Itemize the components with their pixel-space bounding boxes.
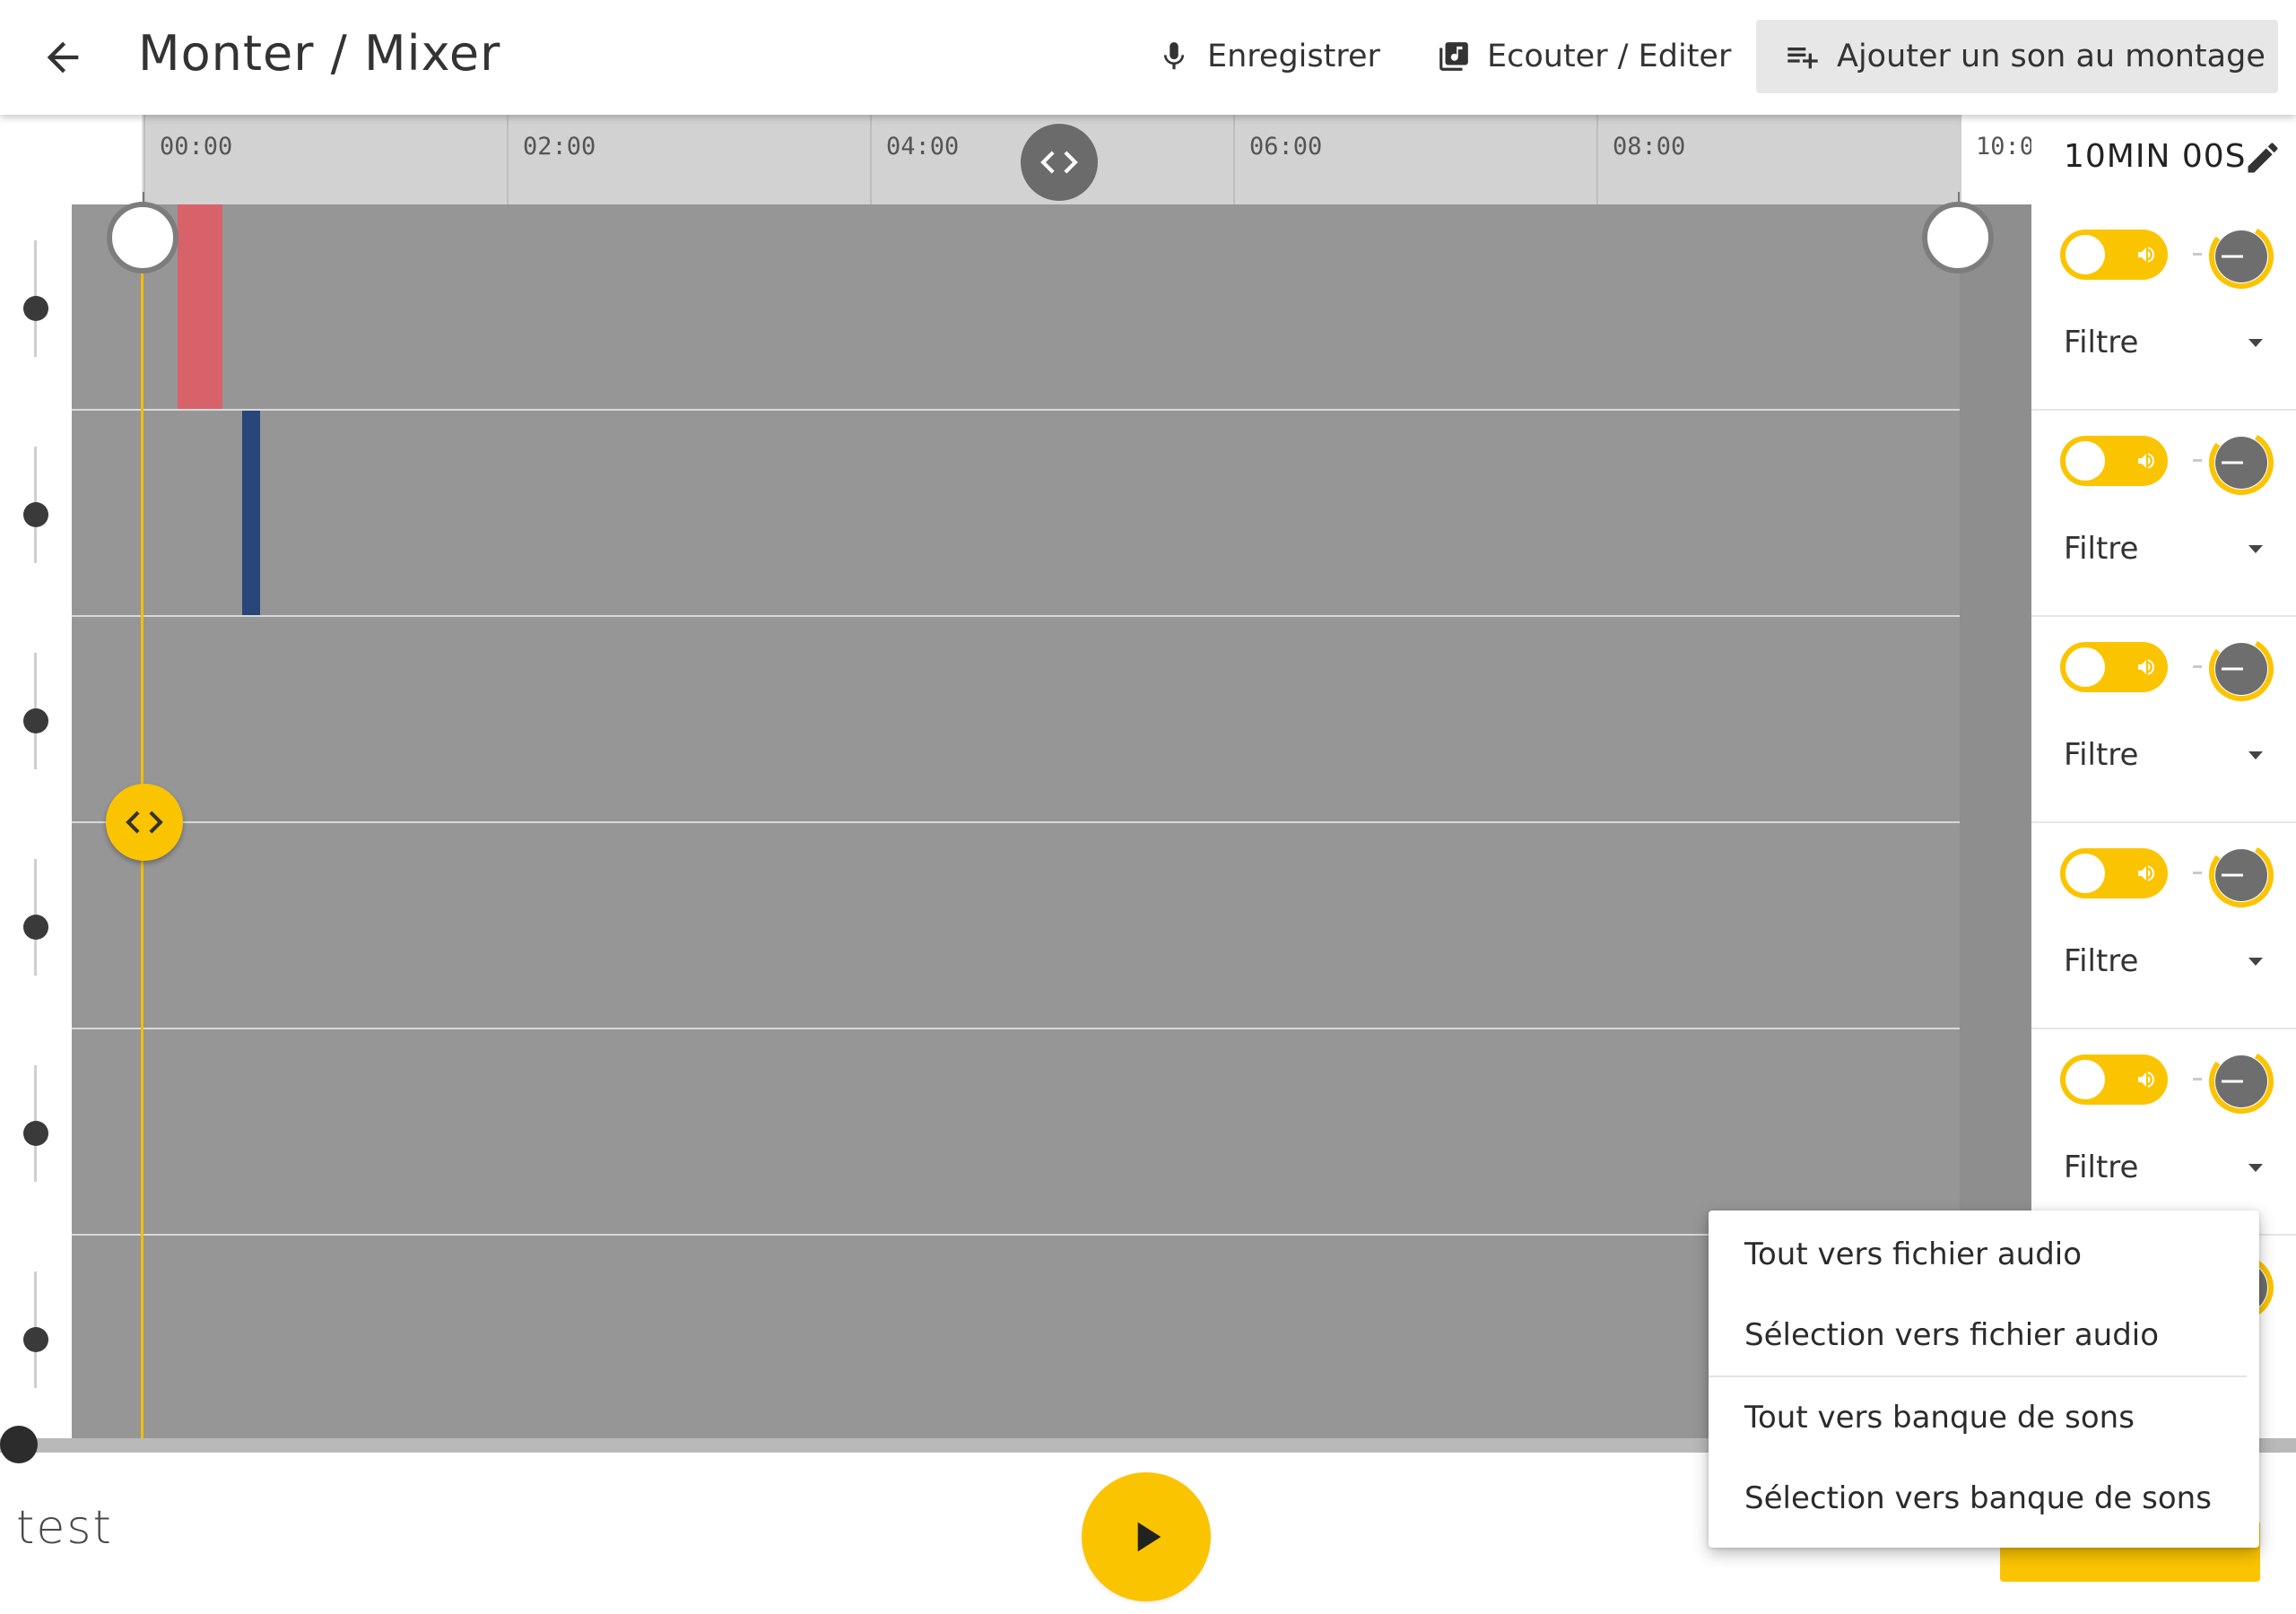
duration-label: 10MIN 00S: [2064, 138, 2247, 175]
volume-knob-icon[interactable]: [2207, 635, 2275, 703]
knob-tick: [2193, 459, 2202, 462]
level-slider-handle[interactable]: [23, 1121, 48, 1146]
listen-edit-label: Ecouter / Editer: [1487, 39, 1732, 74]
knob-tick: [2193, 665, 2202, 668]
add-sound-label: Ajouter un son au montage: [1837, 39, 2266, 74]
record-button[interactable]: Enregistrer: [1157, 20, 1380, 93]
filter-select[interactable]: Filtre: [2064, 728, 2270, 782]
track-control: Filtre: [2031, 1029, 2296, 1236]
menu-item-all-to-audio-file[interactable]: Tout vers fichier audio: [1709, 1214, 2259, 1295]
track-divider: [72, 409, 2031, 411]
tick-label: 10:00: [1976, 133, 2031, 161]
filter-label: Filtre: [2064, 531, 2139, 567]
mute-toggle[interactable]: [2060, 642, 2168, 692]
track-control: Filtre: [2031, 411, 2296, 617]
volume-knob-icon[interactable]: [2207, 429, 2275, 497]
tick-label: 08:00: [1613, 133, 1686, 161]
export-menu: Tout vers fichier audio Sélection vers f…: [1709, 1210, 2259, 1548]
volume-knob-icon[interactable]: [2207, 222, 2275, 291]
tick-label: 04:00: [886, 133, 960, 161]
page-title: Monter / Mixer: [138, 25, 501, 82]
pencil-icon[interactable]: [2243, 138, 2283, 178]
filter-select[interactable]: Filtre: [2064, 1141, 2270, 1194]
music-library-icon: [1439, 42, 1468, 71]
level-slider-handle[interactable]: [23, 708, 48, 733]
caret-down-icon: [2248, 957, 2263, 966]
ruler-tick: 08:00: [1596, 115, 1685, 204]
arrow-left-icon: [47, 41, 79, 74]
play-button[interactable]: [1082, 1472, 1211, 1601]
mute-toggle[interactable]: [2060, 230, 2168, 280]
code-arrows-icon: [1040, 151, 1078, 174]
knob-tick: [2193, 253, 2202, 256]
caret-down-icon: [2248, 544, 2263, 553]
mute-toggle[interactable]: [2060, 1054, 2168, 1105]
filter-select[interactable]: Filtre: [2064, 934, 2270, 988]
filter-select[interactable]: Filtre: [2064, 522, 2270, 576]
ruler-overflow: 10:00: [1960, 115, 2031, 204]
level-slider-handle[interactable]: [23, 296, 48, 321]
volume-knob-icon[interactable]: [2207, 841, 2275, 909]
ruler-spacer: [0, 115, 144, 204]
track-divider: [72, 1028, 2031, 1029]
menu-item-selection-to-audio-file[interactable]: Sélection vers fichier audio: [1709, 1295, 2259, 1375]
app-header: Monter / Mixer Enregistrer Ecouter / Edi…: [0, 0, 2296, 115]
level-slider-handle[interactable]: [23, 915, 48, 940]
audio-clip[interactable]: [242, 411, 260, 615]
filter-label: Filtre: [2064, 943, 2139, 979]
filter-select[interactable]: Filtre: [2064, 316, 2270, 369]
mute-toggle[interactable]: [2060, 848, 2168, 898]
track-divider: [72, 615, 2031, 617]
menu-item-all-to-sound-bank[interactable]: Tout vers banque de sons: [1709, 1377, 2259, 1458]
tick-label: 00:00: [160, 133, 233, 161]
menu-item-selection-to-sound-bank[interactable]: Sélection vers banque de sons: [1709, 1458, 2259, 1539]
filter-label: Filtre: [2064, 737, 2139, 773]
play-icon: [1137, 1522, 1161, 1552]
caret-down-icon: [2248, 751, 2263, 759]
knob-tick: [2193, 872, 2202, 874]
volume-icon: [2138, 1072, 2154, 1088]
track-control: Filtre: [2031, 204, 2296, 411]
add-sound-button[interactable]: Ajouter un son au montage: [1756, 20, 2278, 93]
ruler-tick: 10:00: [1960, 115, 2031, 204]
level-slider-handle[interactable]: [23, 502, 48, 527]
range-end-handle[interactable]: [1922, 202, 1994, 273]
volume-icon: [2138, 453, 2154, 469]
knob-tick: [2193, 1078, 2202, 1080]
ruler-scroll-handle[interactable]: [1021, 124, 1098, 201]
volume-icon: [2138, 247, 2154, 263]
ruler-tick: 06:00: [1233, 115, 1322, 204]
filter-label: Filtre: [2064, 1150, 2139, 1185]
audio-clip[interactable]: [178, 204, 222, 409]
record-label: Enregistrer: [1207, 39, 1380, 74]
level-slider-handle[interactable]: [23, 1327, 48, 1352]
caret-down-icon: [2248, 338, 2263, 347]
track-control: Filtre: [2031, 823, 2296, 1029]
track-divider: [72, 821, 2031, 823]
volume-icon: [2138, 865, 2154, 881]
filter-label: Filtre: [2064, 325, 2139, 360]
playhead-handle[interactable]: [106, 784, 183, 861]
code-arrows-icon: [126, 811, 163, 834]
range-start-handle[interactable]: [107, 202, 178, 273]
scrollbar-thumb[interactable]: [0, 1426, 38, 1463]
volume-knob-icon[interactable]: [2207, 1047, 2275, 1115]
microphone-icon: [1163, 42, 1185, 70]
ruler-tick: 00:00: [144, 115, 232, 204]
caret-down-icon: [2248, 1163, 2263, 1172]
mute-toggle[interactable]: [2060, 436, 2168, 486]
ruler-tick: 02:00: [507, 115, 596, 204]
tick-label: 02:00: [523, 133, 596, 161]
back-button[interactable]: [32, 27, 93, 88]
track-level-rail: [0, 204, 72, 1438]
playlist-add-icon: [1787, 48, 1818, 69]
tick-label: 06:00: [1249, 133, 1323, 161]
track-control: Filtre: [2031, 617, 2296, 823]
project-name: test: [16, 1501, 113, 1555]
listen-edit-button[interactable]: Ecouter / Editer: [1437, 20, 1731, 93]
volume-icon: [2138, 659, 2154, 675]
ruler-tick: 04:00: [870, 115, 959, 204]
